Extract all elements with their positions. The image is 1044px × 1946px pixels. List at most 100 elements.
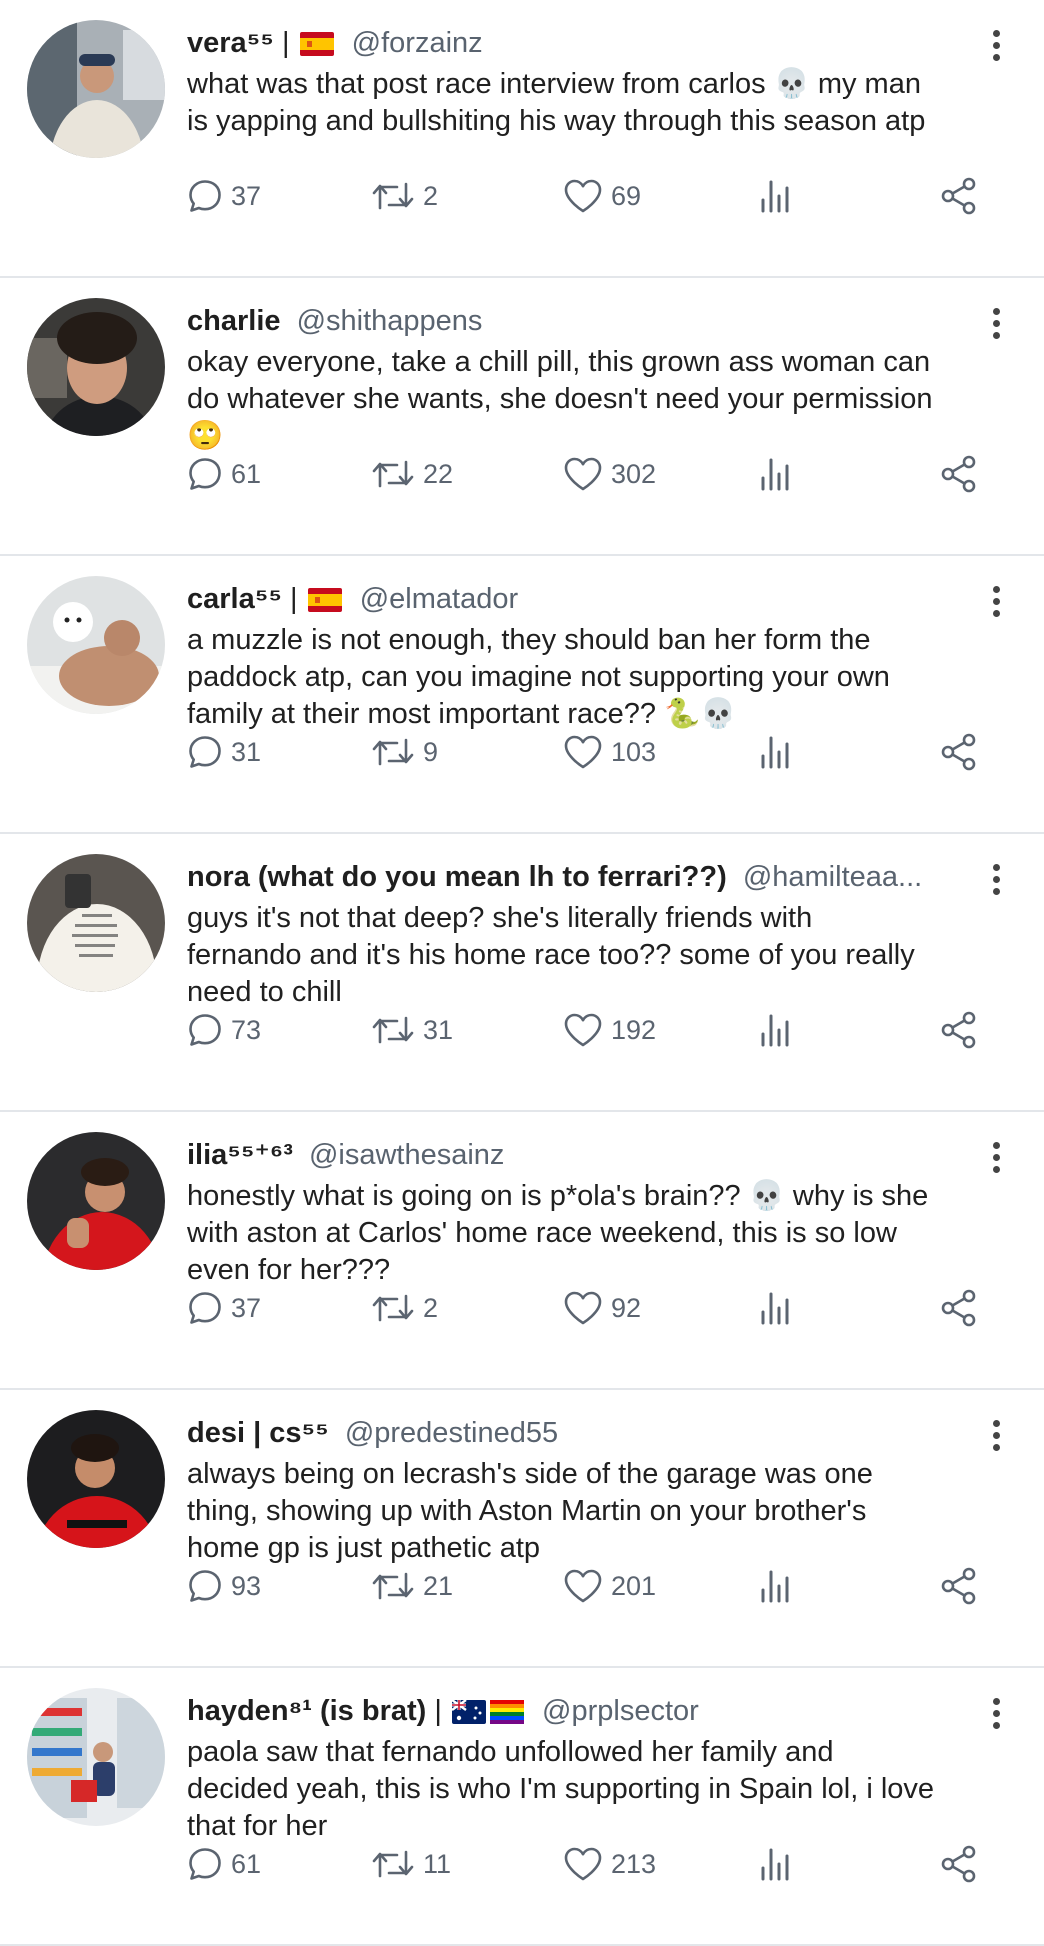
share-button[interactable] [939,730,979,774]
display-name[interactable]: desi | cs⁵⁵ [187,1417,329,1449]
reply-button[interactable]: 61 [187,1842,261,1886]
avatar[interactable] [27,1132,165,1270]
like-count: 213 [611,1848,657,1879]
avatar[interactable] [27,1688,165,1826]
repost-count: 21 [423,1570,454,1601]
avatar[interactable] [27,20,165,158]
stats-icon [761,180,789,213]
heart-icon [564,1847,602,1881]
stats-icon [761,736,789,769]
views-button[interactable] [757,1286,793,1330]
avatar[interactable] [27,854,165,992]
like-button[interactable]: 92 [563,1286,641,1330]
share-button[interactable] [939,1008,979,1052]
more-options-icon[interactable] [990,1142,1002,1176]
reply-button[interactable]: 31 [187,730,261,774]
reply-icon [189,736,221,768]
reply-icon [189,1014,221,1046]
repost-button[interactable]: 9 [371,730,438,774]
reply-button[interactable]: 73 [187,1008,261,1052]
repost-button[interactable]: 31 [371,1008,453,1052]
repost-button[interactable]: 2 [371,174,438,218]
share-button[interactable] [939,1842,979,1886]
post[interactable]: hayden⁸¹ (is brat) | @prplsector paola s… [0,1668,1044,1946]
action-bar: 37 2 69 [187,174,1007,218]
repost-icon [372,1016,414,1044]
views-button[interactable] [757,174,793,218]
repost-button[interactable]: 22 [371,452,453,496]
display-name[interactable]: carla⁵⁵ [187,583,282,615]
like-button[interactable]: 69 [563,174,641,218]
repost-button[interactable]: 2 [371,1286,438,1330]
avatar[interactable] [27,298,165,436]
avatar[interactable] [27,576,165,714]
display-name[interactable]: nora (what do you mean lh to ferrari??) [187,861,727,893]
user-handle[interactable]: @forzainz [352,27,483,59]
post[interactable]: vera⁵⁵ | @forzainz what was that post ra… [0,0,1044,278]
post-header: charlie @shithappens [187,302,954,340]
spain-flag-icon [307,584,342,622]
share-button[interactable] [939,1286,979,1330]
repost-count: 22 [423,458,454,489]
like-button[interactable]: 201 [563,1564,656,1608]
repost-button[interactable]: 21 [371,1564,453,1608]
avatar[interactable] [27,1410,165,1548]
reply-icon [189,458,221,490]
post[interactable]: carla⁵⁵ | @elmatador a muzzle is not eno… [0,556,1044,834]
post[interactable]: nora (what do you mean lh to ferrari??) … [0,834,1044,1112]
australia-flag-icon [451,1696,486,1734]
views-button[interactable] [757,1008,793,1052]
display-name[interactable]: vera⁵⁵ [187,27,274,59]
views-button[interactable] [757,730,793,774]
like-button[interactable]: 302 [563,452,656,496]
heart-icon [564,735,602,769]
post-text: paola saw that fernando unfollowed her f… [187,1736,935,1842]
reply-button[interactable]: 61 [187,452,261,496]
stats-icon [761,1848,789,1881]
like-button[interactable]: 192 [563,1008,656,1052]
more-options-icon[interactable] [990,308,1002,342]
post[interactable]: ilia⁵⁵⁺⁶³ @isawthesainz honestly what is… [0,1112,1044,1390]
user-handle[interactable]: @hamilteaa... [743,861,922,893]
user-handle[interactable]: @elmatador [360,583,518,615]
user-handle[interactable]: @prplsector [542,1695,699,1727]
more-options-icon[interactable] [990,864,1002,898]
more-options-icon[interactable] [990,1698,1002,1732]
like-button[interactable]: 103 [563,730,656,774]
display-name[interactable]: hayden⁸¹ (is brat) [187,1695,426,1727]
reply-button[interactable]: 37 [187,174,261,218]
user-handle[interactable]: @predestined55 [345,1417,558,1449]
heart-icon [564,1569,602,1603]
action-bar: 37 2 92 [187,1286,1007,1330]
share-button[interactable] [939,174,979,218]
user-handle[interactable]: @isawthesainz [309,1139,504,1171]
more-options-icon[interactable] [990,30,1002,64]
user-handle[interactable]: @shithappens [297,305,483,337]
post-header: carla⁵⁵ | @elmatador [187,580,954,622]
reply-button[interactable]: 93 [187,1564,261,1608]
share-button[interactable] [939,1564,979,1608]
share-button[interactable] [939,452,979,496]
post[interactable]: desi | cs⁵⁵ @predestined55 always being … [0,1390,1044,1668]
views-button[interactable] [757,452,793,496]
repost-icon [372,1850,414,1878]
display-name[interactable]: charlie [187,305,281,337]
share-icon [941,733,976,771]
post[interactable]: charlie @shithappens okay everyone, take… [0,278,1044,556]
name-separator: | [434,1695,442,1727]
views-button[interactable] [757,1842,793,1886]
heart-icon [564,1291,602,1325]
reply-button[interactable]: 37 [187,1286,261,1330]
more-options-icon[interactable] [990,586,1002,620]
share-icon [941,455,976,493]
views-button[interactable] [757,1564,793,1608]
repost-count: 31 [423,1014,454,1045]
repost-button[interactable]: 11 [371,1842,451,1886]
display-name[interactable]: ilia⁵⁵⁺⁶³ [187,1139,293,1171]
like-button[interactable]: 213 [563,1842,656,1886]
action-bar: 31 9 103 [187,730,1007,774]
share-icon [941,1011,976,1049]
more-options-icon[interactable] [990,1420,1002,1454]
flag-group [298,27,336,59]
reply-count: 37 [231,180,262,211]
